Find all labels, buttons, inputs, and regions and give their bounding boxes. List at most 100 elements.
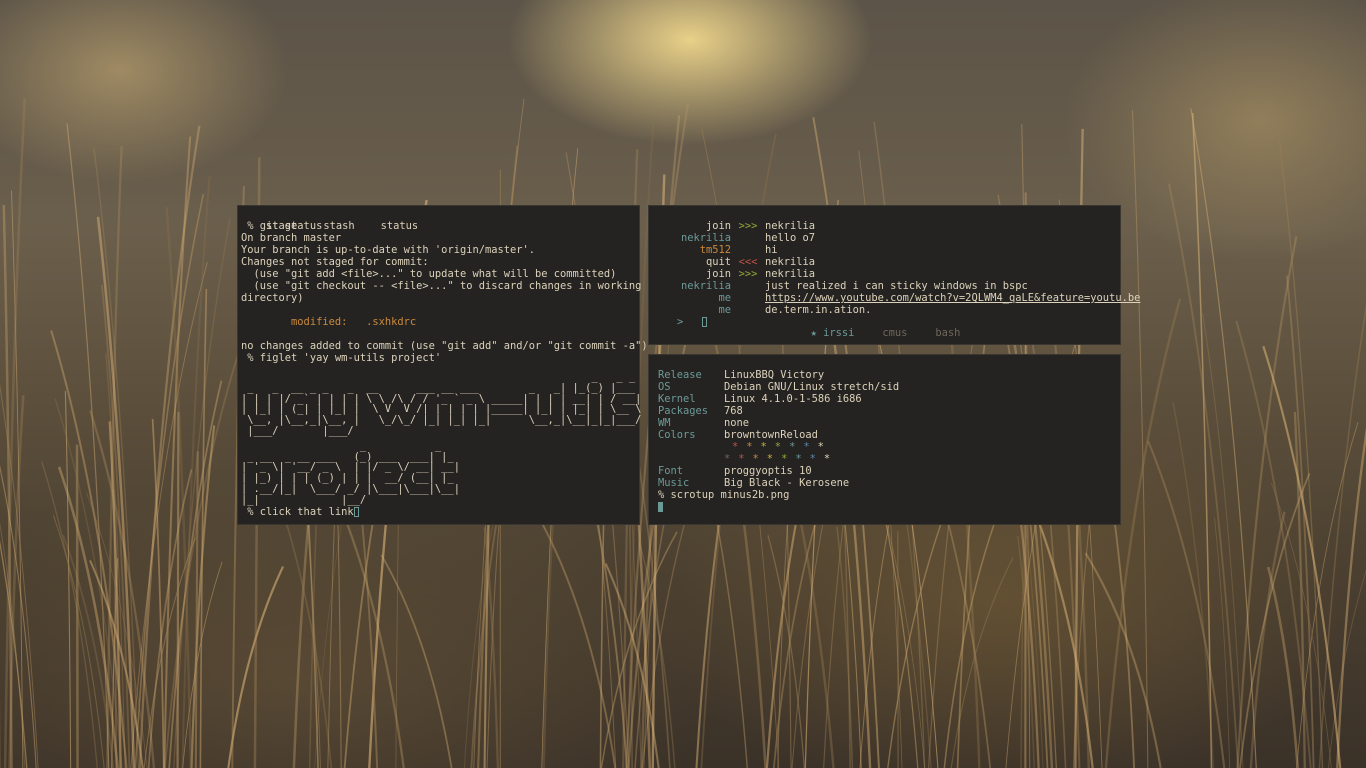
sysinfo-key: Kernel xyxy=(658,393,696,405)
irc-link[interactable]: https://www.youtube.com/watch?v=2QLWM4_q… xyxy=(765,292,1140,304)
irc-message: me de.term.in.ation. xyxy=(649,304,1120,316)
grass-blade xyxy=(1336,427,1366,768)
color-swatch-row-2: * * * * * * * * xyxy=(658,453,1120,465)
grass-blade xyxy=(194,451,199,768)
sysinfo-value: Debian GNU/Linux stretch/sid xyxy=(724,381,900,393)
prompt-text: % click that link xyxy=(241,505,354,518)
sysinfo-row: Packages 768 xyxy=(658,405,1120,417)
grass-blade xyxy=(274,487,333,768)
grass-blade xyxy=(1191,112,1213,768)
grass-blade xyxy=(1084,552,1162,768)
irc-nick: join xyxy=(705,220,731,232)
output-line: no changes added to commit (use "git add… xyxy=(241,340,648,352)
grass-blade xyxy=(1131,110,1149,768)
modified-label: modified: xyxy=(241,316,367,328)
sysinfo-key: OS xyxy=(658,381,671,393)
color-swatch-star: * xyxy=(766,453,774,465)
shell-prompt[interactable]: % click that link xyxy=(241,506,636,518)
grass-blade xyxy=(1293,411,1306,768)
color-swatch-star: * xyxy=(789,441,796,453)
irc-event-arrow: >>> xyxy=(738,220,758,232)
irc-message-text: nekrilia xyxy=(765,220,816,232)
grass-blade xyxy=(767,535,806,768)
sysinfo-value: LinuxBBQ Victory xyxy=(724,369,825,381)
irc-message: nekrilia hello o7 xyxy=(649,232,1120,244)
figlet-text-2: _ _ _ __ _ __ ___ (_) ___ ___| |_ | '_ \… xyxy=(241,439,460,506)
color-swatch-star: * xyxy=(738,453,745,465)
irc-message: join >>> nekrilia xyxy=(649,268,1120,280)
irssi-terminal-window[interactable]: join >>> nekrilia nekrilia hello o7 tm512 hi qu… xyxy=(648,205,1140,345)
git-terminal-window[interactable]: stage stash status % git status On branch m… xyxy=(237,205,648,525)
irc-nick: join xyxy=(705,268,731,280)
irc-message-list: join >>> nekrilia nekrilia hello o7 tm512 hi qu… xyxy=(649,220,1140,316)
irc-message: join >>> nekrilia xyxy=(649,220,1120,232)
grass-blade xyxy=(1249,511,1286,768)
cursor-icon xyxy=(658,502,663,512)
sysinfo-row: WM none xyxy=(658,417,1120,429)
grass-blade xyxy=(75,444,79,768)
sysinfo-row: Release LinuxBBQ Victory xyxy=(658,369,1120,381)
tab-irssi[interactable]: ★ irssi xyxy=(811,327,855,339)
grass-blade xyxy=(1327,569,1366,768)
sysinfo-value: Linux 4.1.0-1-586 i686 xyxy=(724,393,862,405)
output-line: (use "git add <file>..." to update what … xyxy=(241,268,617,280)
color-swatch-star: * xyxy=(760,441,767,453)
sysinfo-list-2: Font proggyoptis 10 Music Big Black - Keros… xyxy=(658,465,1120,489)
grass-blade xyxy=(1190,108,1257,768)
output-line: % figlet 'yay wm-utils project' xyxy=(241,352,442,364)
grass-blade xyxy=(380,554,453,768)
modified-file: .sxhkdrc xyxy=(366,316,417,328)
color-swatch-star: * xyxy=(724,453,731,465)
tab-cmus[interactable]: cmus xyxy=(882,327,907,339)
irc-message-text: de.term.in.ation. xyxy=(765,304,872,316)
color-swatch-star: * xyxy=(774,441,782,453)
irc-event-arrow: >>> xyxy=(738,268,758,280)
sysinfo-key: Music xyxy=(658,477,690,489)
grass-blade xyxy=(1168,183,1239,768)
shell-prompt[interactable]: % scrotup minus2b.png xyxy=(658,489,1120,501)
sysinfo-row: Colors browntownReload xyxy=(658,429,1120,441)
color-swatch-star: * xyxy=(803,441,810,453)
git-commit-hint-output: no changes added to commit (use "git add… xyxy=(241,328,648,364)
figlet-text-1: _ _ _ _ _ __ _ _ _ __ ___ __ ___ _ _| |_… xyxy=(241,371,642,437)
irc-message-text: just realized i can sticky windows in bs… xyxy=(765,280,1028,292)
sysinfo-row: Kernel Linux 4.1.0-1-586 i686 xyxy=(658,393,1120,405)
tmux-tab-bar: stage stash status xyxy=(241,208,636,232)
sysinfo-terminal-window[interactable]: Release LinuxBBQ Victory OS Debian GNU/Linu… xyxy=(648,354,1121,525)
sysinfo-key: WM xyxy=(658,417,671,429)
output-line: directory) xyxy=(241,292,304,304)
sysinfo-key: Colors xyxy=(658,429,696,441)
grass-blade xyxy=(950,557,1014,768)
color-swatch-star: * xyxy=(732,441,739,453)
tab-bash[interactable]: bash xyxy=(935,327,960,339)
irc-nick: me xyxy=(718,304,731,316)
color-swatch-star: * xyxy=(781,453,788,465)
sysinfo-row: OS Debian GNU/Linux stretch/sid xyxy=(658,381,1120,393)
irc-message: quit <<< nekrilia xyxy=(649,256,1120,268)
irc-message-text: nekrilia xyxy=(765,256,816,268)
irc-nick: tm512 xyxy=(699,244,731,256)
tab-stash[interactable]: stash xyxy=(323,220,354,232)
sysinfo-row: Font proggyoptis 10 xyxy=(658,465,1120,477)
shell-input-line[interactable] xyxy=(658,501,1120,513)
color-swatch-star: * xyxy=(795,453,802,465)
sysinfo-value: proggyoptis 10 xyxy=(724,465,812,477)
tab-status[interactable]: status xyxy=(381,220,419,232)
modified-file-line: modified: .sxhkdrc xyxy=(241,316,636,328)
color-swatch-star: * xyxy=(746,441,753,453)
sysinfo-key: Packages xyxy=(658,405,709,417)
output-line: Changes not staged for commit: xyxy=(241,256,429,268)
grass-blade xyxy=(1147,440,1226,768)
output-line: Your branch is up-to-date with 'origin/m… xyxy=(241,244,536,256)
irssi-window-tabs: ★ irssi cmus bash xyxy=(649,327,1122,339)
color-swatch-star: * xyxy=(752,453,759,465)
output-line: On branch master xyxy=(241,232,342,244)
grass-blade xyxy=(138,125,201,768)
irc-event-arrow: <<< xyxy=(738,256,758,268)
color-swatch-row-1: * * * * * * * xyxy=(658,441,1120,453)
irc-message-text: nekrilia xyxy=(765,268,816,280)
sysinfo-key: Release xyxy=(658,369,702,381)
grass-blade xyxy=(1266,566,1299,768)
irc-message: tm512 hi xyxy=(649,244,1120,256)
